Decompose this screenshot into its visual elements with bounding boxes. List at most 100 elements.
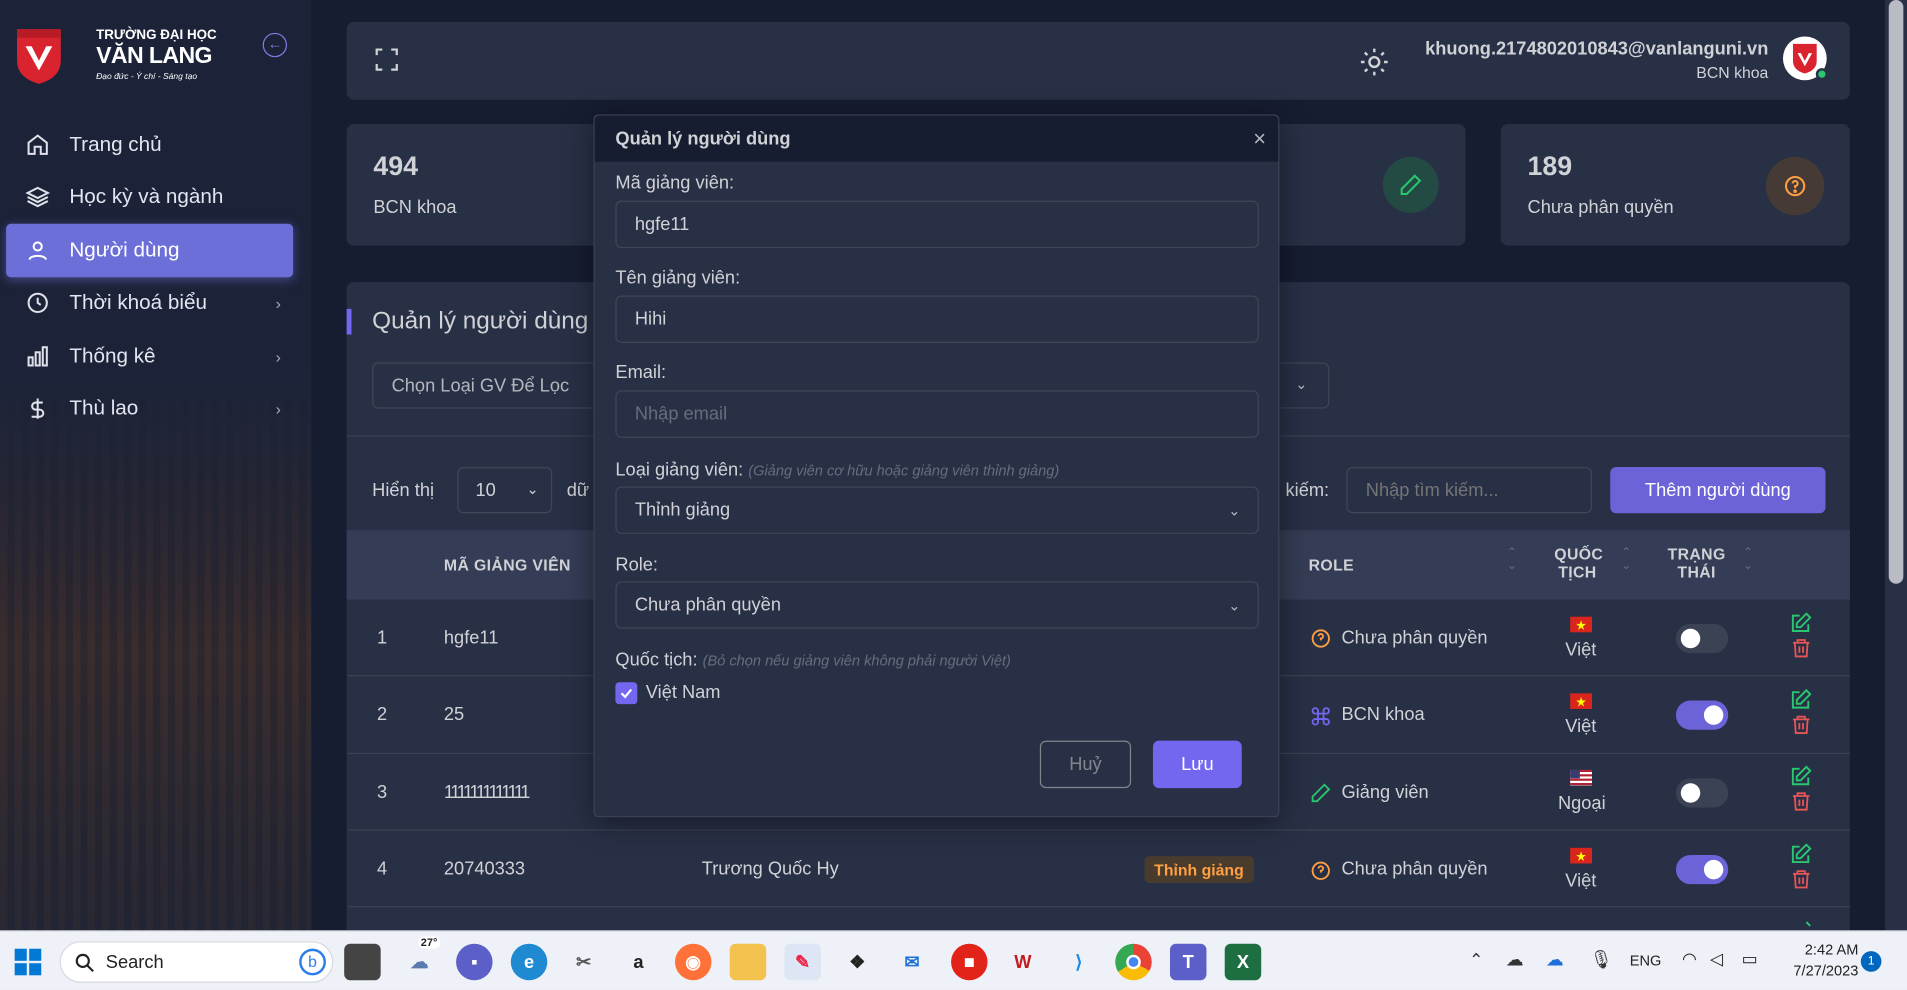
status-toggle[interactable] xyxy=(1675,854,1729,885)
edit-icon[interactable] xyxy=(1789,843,1812,866)
name-input[interactable]: Hihi xyxy=(615,295,1259,343)
snipping-tool-icon[interactable]: ✂ xyxy=(566,944,602,980)
row-code: 20740333 xyxy=(443,858,526,880)
trash-icon[interactable] xyxy=(1790,714,1812,736)
pencil-icon xyxy=(1382,156,1439,213)
column-status[interactable]: TRẠNG THÁI xyxy=(1667,545,1726,581)
question-circle-icon xyxy=(1311,861,1330,880)
windows-start-icon[interactable] xyxy=(10,944,46,980)
file-explorer-icon[interactable] xyxy=(729,943,767,981)
taskbar-search[interactable]: Search b xyxy=(59,941,334,983)
row-number: 1 xyxy=(377,627,388,649)
page-scrollbar[interactable] xyxy=(1885,0,1907,931)
battery-icon[interactable]: ▭ xyxy=(1742,949,1758,970)
role-select[interactable]: Chưa phân quyền ⌄ xyxy=(615,581,1259,629)
sidebar-item-payment[interactable]: Thù lao › xyxy=(6,382,293,436)
onedrive-icon[interactable]: ☁ xyxy=(1506,949,1524,971)
avatar[interactable] xyxy=(1782,36,1828,81)
weather-temp: 27° xyxy=(418,936,440,949)
vietnam-checkbox-label[interactable]: Việt Nam xyxy=(646,682,721,703)
sidebar-item-schedule[interactable]: Thời khoá biểu › xyxy=(6,276,293,330)
column-nationality[interactable]: QUỐC TỊCH xyxy=(1554,545,1603,581)
add-user-button[interactable]: Thêm người dùng xyxy=(1610,467,1826,514)
teacher-type-select[interactable]: Thỉnh giảng ⌄ xyxy=(615,486,1259,534)
snip-sketch-icon[interactable]: ✎ xyxy=(784,943,821,981)
app-window: TRƯỜNG ĐẠI HỌC VĂN LANG Đạo đức - Ý chí … xyxy=(0,0,1907,990)
row-code: hgfe11 xyxy=(443,627,499,649)
task-view-icon[interactable] xyxy=(344,943,381,981)
search-input[interactable] xyxy=(1346,467,1593,514)
notification-badge[interactable]: 1 xyxy=(1860,951,1882,972)
volume-icon[interactable]: ◁ xyxy=(1710,949,1723,970)
row-nationality: Việt xyxy=(1565,716,1597,738)
chat-icon[interactable]: ▪ xyxy=(456,943,493,981)
teams-icon[interactable]: T xyxy=(1169,943,1207,981)
teacher-type-filter[interactable]: Chọn Loại GV Để Lọc xyxy=(372,362,616,409)
sidebar-item-semester[interactable]: Học kỳ và ngành xyxy=(6,170,293,224)
status-toggle[interactable] xyxy=(1675,623,1729,654)
cloud-sync-icon[interactable]: ☁ xyxy=(1546,949,1564,971)
amazon-icon[interactable]: a xyxy=(620,944,656,980)
chevron-down-icon: ⌄ xyxy=(526,480,539,498)
row-nationality: Việt xyxy=(1565,870,1597,892)
save-button[interactable]: Lưu xyxy=(1152,740,1242,789)
excel-icon[interactable]: X xyxy=(1224,943,1262,981)
sidebar-item-label: Học kỳ và ngành xyxy=(69,184,224,208)
email-input[interactable]: Nhập email xyxy=(615,390,1259,438)
trash-icon[interactable] xyxy=(1790,868,1812,890)
check-icon xyxy=(620,688,633,699)
edge-icon[interactable]: e xyxy=(510,943,548,981)
sidebar: TRƯỜNG ĐẠI HỌC VĂN LANG Đạo đức - Ý chí … xyxy=(0,0,312,931)
cancel-button[interactable]: Huỷ xyxy=(1039,740,1132,789)
theme-toggle-icon[interactable] xyxy=(1360,47,1389,76)
vscode-icon[interactable]: ⟩ xyxy=(1061,944,1097,980)
search-icon xyxy=(75,953,94,972)
weather-icon[interactable]: ☁ 27° xyxy=(401,936,440,980)
status-toggle[interactable] xyxy=(1675,778,1729,808)
close-icon[interactable]: × xyxy=(1253,126,1266,152)
sidebar-item-users[interactable]: Người dùng xyxy=(6,223,294,278)
edit-icon[interactable] xyxy=(1789,919,1812,930)
edit-icon[interactable] xyxy=(1789,612,1812,635)
code-input[interactable]: hgfe11 xyxy=(615,200,1259,249)
collapse-sidebar-button[interactable]: ← xyxy=(262,32,288,58)
filter-dropdown-right[interactable]: ⌄ xyxy=(1280,362,1330,409)
column-role[interactable]: ROLE xyxy=(1309,556,1354,574)
vietnam-flag-icon xyxy=(1570,847,1593,864)
wifi-icon[interactable]: ◠ xyxy=(1682,949,1697,970)
teacher-type-hint: (Giảng viên cơ hữu hoặc giảng viên thỉnh… xyxy=(748,462,1060,480)
sort-icon[interactable]: ⌃ ⌄ xyxy=(1507,546,1517,573)
sort-icon[interactable]: ⌃ ⌄ xyxy=(1743,546,1753,573)
clock-date[interactable]: 7/27/2023 xyxy=(1778,962,1858,979)
trash-icon[interactable] xyxy=(1790,637,1812,659)
chevron-up-icon[interactable]: ⌃ xyxy=(1469,950,1483,971)
status-toggle[interactable] xyxy=(1675,700,1729,730)
clock-time[interactable]: 2:42 AM xyxy=(1778,941,1859,958)
microphone-icon[interactable]: 🎙 xyxy=(1590,949,1613,971)
sidebar-item-label: Trang chủ xyxy=(69,132,162,156)
chrome-icon[interactable] xyxy=(1115,943,1152,981)
usa-flag-icon xyxy=(1570,769,1593,786)
sidebar-item-statistics[interactable]: Thống kê › xyxy=(6,330,293,384)
wps-office-icon[interactable]: W xyxy=(1005,944,1041,980)
edit-icon[interactable] xyxy=(1789,765,1812,788)
van-lang-logo xyxy=(17,29,61,84)
page-size-select[interactable]: 10 ⌄ xyxy=(457,467,553,514)
mail-icon[interactable]: ✉ xyxy=(894,944,930,980)
column-code[interactable]: MÃ GIẢNG VIÊN xyxy=(444,556,571,574)
fullscreen-icon[interactable] xyxy=(373,46,400,73)
trash-icon[interactable] xyxy=(1790,791,1812,813)
nationality-label: Quốc tịch: (Bỏ chọn nếu giảng viên không… xyxy=(615,649,1011,671)
row-role: Chưa phân quyền xyxy=(1341,627,1488,649)
scrollbar-thumb[interactable] xyxy=(1888,0,1904,584)
sort-icon[interactable]: ⌃ ⌄ xyxy=(1621,546,1631,573)
edit-icon[interactable] xyxy=(1789,688,1812,711)
sidebar-item-home[interactable]: Trang chủ xyxy=(6,118,293,172)
vietnam-checkbox[interactable] xyxy=(615,682,638,705)
bing-icon[interactable]: b xyxy=(299,948,326,976)
sidebar-item-label: Thống kê xyxy=(69,344,156,368)
language-indicator[interactable]: ENG xyxy=(1630,952,1662,969)
firefox-icon[interactable]: ◉ xyxy=(674,943,712,981)
dropbox-icon[interactable]: ❖ xyxy=(839,944,875,980)
app-red-icon[interactable]: ■ xyxy=(951,943,988,981)
